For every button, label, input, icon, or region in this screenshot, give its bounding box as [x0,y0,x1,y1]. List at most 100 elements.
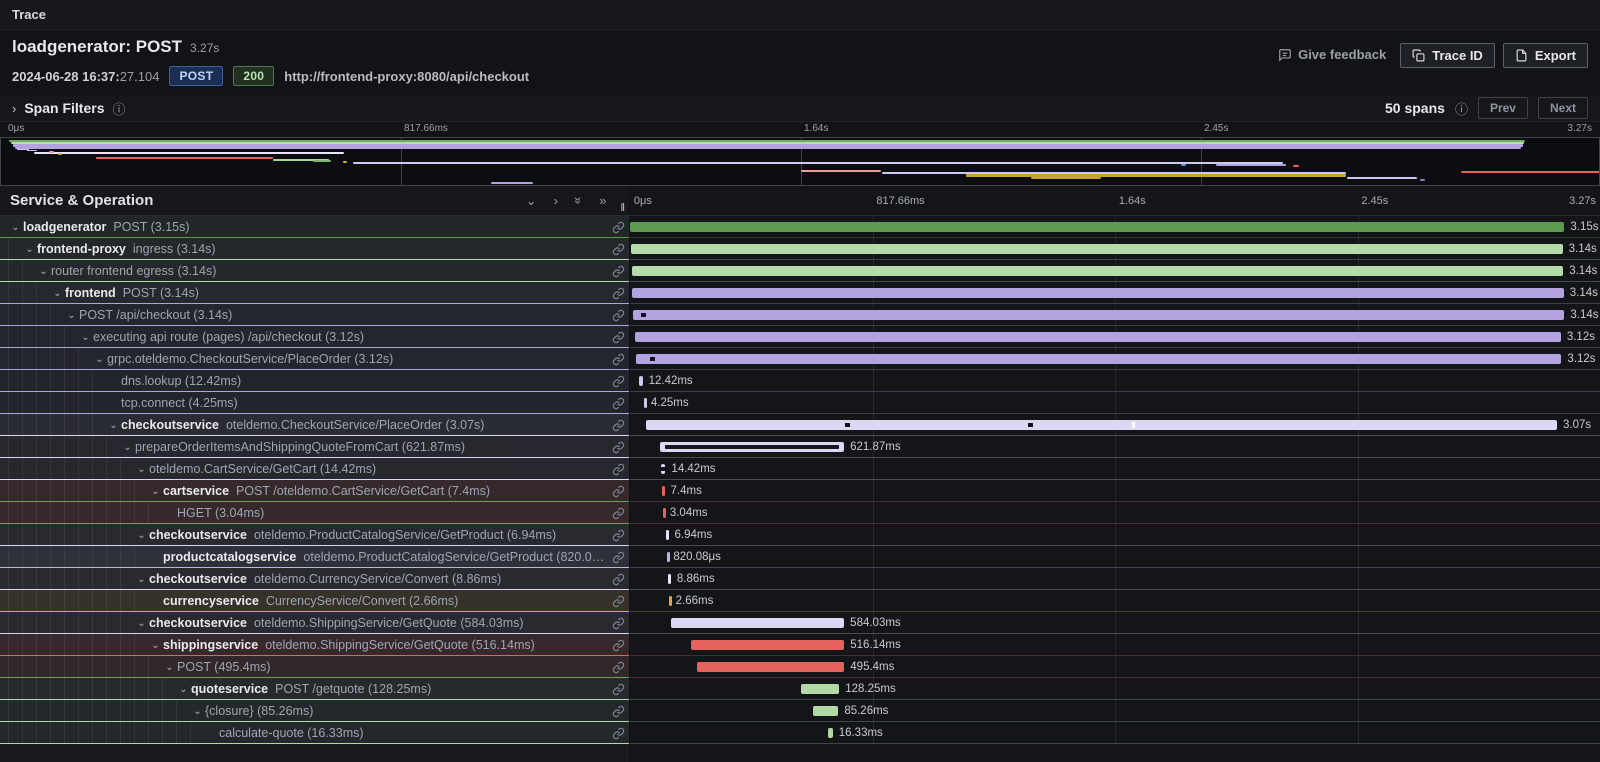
span-row[interactable]: ⌄loadgeneratorPOST (3.15s)3.15s [0,216,1600,238]
span-name-cell[interactable]: ⌄shippingserviceoteldemo.ShippingService… [0,634,630,656]
span-bar[interactable] [691,640,844,650]
span-timeline-cell[interactable]: 820.08μs [630,546,1600,568]
span-name-cell[interactable]: ⌄quoteservicePOST /getquote (128.25ms) [0,678,630,700]
collapse-chevron-icon[interactable]: ⌄ [8,222,23,233]
collapse-chevron-icon[interactable]: ⌄ [120,442,135,453]
span-name-cell[interactable]: ⌄checkoutserviceoteldemo.ShippingService… [0,612,630,634]
span-row[interactable]: calculate-quote (16.33ms)16.33ms [0,722,1600,744]
span-link-icon[interactable] [607,353,629,366]
column-resize-grip[interactable]: ‖ [620,201,625,215]
span-name-cell[interactable]: ⌄router frontend egress (3.14s) [0,260,630,282]
span-row[interactable]: ⌄checkoutserviceoteldemo.CurrencyService… [0,568,1600,590]
span-row[interactable]: ⌄checkoutserviceoteldemo.ProductCatalogS… [0,524,1600,546]
span-row[interactable]: dns.lookup (12.42ms)12.42ms [0,370,1600,392]
span-timeline-cell[interactable]: 16.33ms [630,722,1600,744]
span-name-cell[interactable]: ⌄checkoutserviceoteldemo.CheckoutService… [0,414,630,436]
collapse-chevron-icon[interactable]: ⌄ [50,288,65,299]
span-timeline-cell[interactable]: 128.25ms [630,678,1600,700]
span-timeline-cell[interactable]: 516.14ms [630,634,1600,656]
span-name-cell[interactable]: currencyserviceCurrencyService/Convert (… [0,590,630,612]
collapse-chevron-icon[interactable]: ⌄ [134,618,149,629]
span-bar[interactable] [669,596,672,606]
collapse-chevron-icon[interactable]: ⌄ [36,266,51,277]
span-name-cell[interactable]: productcatalogserviceoteldemo.ProductCat… [0,546,630,568]
span-link-icon[interactable] [607,287,629,300]
span-row[interactable]: currencyserviceCurrencyService/Convert (… [0,590,1600,612]
span-bar[interactable] [631,244,1562,254]
span-name-cell[interactable]: ⌄grpc.oteldemo.CheckoutService/PlaceOrde… [0,348,630,370]
span-timeline-cell[interactable]: 12.42ms [630,370,1600,392]
span-row[interactable]: ⌄oteldemo.CartService/GetCart (14.42ms)1… [0,458,1600,480]
span-row[interactable]: ⌄frontend-proxyingress (3.14s)3.14s [0,238,1600,260]
span-row[interactable]: HGET (3.04ms)3.04ms [0,502,1600,524]
collapse-chevron-icon[interactable]: ⌄ [78,332,93,343]
span-link-icon[interactable] [607,705,629,718]
span-timeline-cell[interactable]: 584.03ms [630,612,1600,634]
span-timeline-cell[interactable]: 495.4ms [630,656,1600,678]
span-bar[interactable] [633,310,1564,320]
span-bar[interactable] [667,552,670,562]
collapse-all-icon[interactable]: » [571,197,586,204]
span-link-icon[interactable] [607,309,629,322]
span-row[interactable]: ⌄checkoutserviceoteldemo.CheckoutService… [0,414,1600,436]
span-name-cell[interactable]: ⌄checkoutserviceoteldemo.ProductCatalogS… [0,524,630,546]
span-row[interactable]: ⌄shippingserviceoteldemo.ShippingService… [0,634,1600,656]
span-row[interactable]: ⌄prepareOrderItemsAndShippingQuoteFromCa… [0,436,1600,458]
collapse-chevron-icon[interactable]: ⌄ [190,706,205,717]
span-bar[interactable] [697,662,844,672]
collapse-chevron-icon[interactable]: ⌄ [92,354,107,365]
span-bar[interactable] [828,728,833,738]
span-row[interactable]: ⌄executing api route (pages) /api/checko… [0,326,1600,348]
span-name-cell[interactable]: ⌄executing api route (pages) /api/checko… [0,326,630,348]
span-row[interactable]: ⌄frontendPOST (3.14s)3.14s [0,282,1600,304]
span-link-icon[interactable] [607,485,629,498]
span-name-cell[interactable]: ⌄checkoutserviceoteldemo.CurrencyService… [0,568,630,590]
collapse-chevron-icon[interactable]: ⌄ [64,310,79,321]
span-row[interactable]: ⌄{closure} (85.26ms)85.26ms [0,700,1600,722]
span-timeline-cell[interactable]: 2.66ms [630,590,1600,612]
collapse-chevron-icon[interactable]: ⌄ [134,464,149,475]
span-timeline-cell[interactable]: 7.4ms [630,480,1600,502]
trace-id-button[interactable]: Trace ID [1400,43,1495,68]
span-row[interactable]: ⌄POST (495.4ms)495.4ms [0,656,1600,678]
span-link-icon[interactable] [607,617,629,630]
span-bar[interactable] [801,684,839,694]
span-bar[interactable] [635,332,1561,342]
span-row[interactable]: ⌄quoteservicePOST /getquote (128.25ms)12… [0,678,1600,700]
span-timeline-cell[interactable]: 3.14s [630,304,1600,326]
span-bar[interactable] [646,420,1557,430]
expand-all-icon[interactable]: » [599,193,606,208]
span-timeline-cell[interactable]: 3.14s [630,238,1600,260]
span-timeline-cell[interactable]: 3.12s [630,348,1600,370]
collapse-chevron-icon[interactable]: ⌄ [134,530,149,541]
span-link-icon[interactable] [607,375,629,388]
span-link-icon[interactable] [607,639,629,652]
span-row[interactable]: ⌄grpc.oteldemo.CheckoutService/PlaceOrde… [0,348,1600,370]
span-bar[interactable] [661,464,665,474]
span-link-icon[interactable] [607,265,629,278]
span-name-cell[interactable]: ⌄frontendPOST (3.14s) [0,282,630,304]
span-link-icon[interactable] [607,243,629,256]
span-link-icon[interactable] [607,683,629,696]
span-link-icon[interactable] [607,551,629,564]
span-link-icon[interactable] [607,507,629,520]
span-link-icon[interactable] [607,595,629,608]
span-filters-toggle[interactable]: › Span Filters ⓘ [12,99,126,118]
span-timeline-cell[interactable]: 8.86ms [630,568,1600,590]
collapse-chevron-icon[interactable]: ⌄ [148,486,163,497]
span-timeline-cell[interactable]: 3.12s [630,326,1600,348]
span-timeline-cell[interactable]: 85.26ms [630,700,1600,722]
collapse-chevron-icon[interactable]: ⌄ [148,640,163,651]
span-row[interactable]: ⌄checkoutserviceoteldemo.ShippingService… [0,612,1600,634]
span-link-icon[interactable] [607,529,629,542]
span-name-cell[interactable]: ⌄cartservicePOST /oteldemo.CartService/G… [0,480,630,502]
span-row[interactable]: ⌄cartservicePOST /oteldemo.CartService/G… [0,480,1600,502]
span-row[interactable]: tcp.connect (4.25ms)4.25ms [0,392,1600,414]
span-bar[interactable] [632,266,1563,276]
span-timeline-cell[interactable]: 3.07s [630,414,1600,436]
span-bar[interactable] [644,398,647,408]
span-link-icon[interactable] [607,661,629,674]
span-timeline-cell[interactable]: 6.94ms [630,524,1600,546]
span-bar[interactable] [666,530,669,540]
give-feedback-button[interactable]: Give feedback [1272,43,1392,66]
